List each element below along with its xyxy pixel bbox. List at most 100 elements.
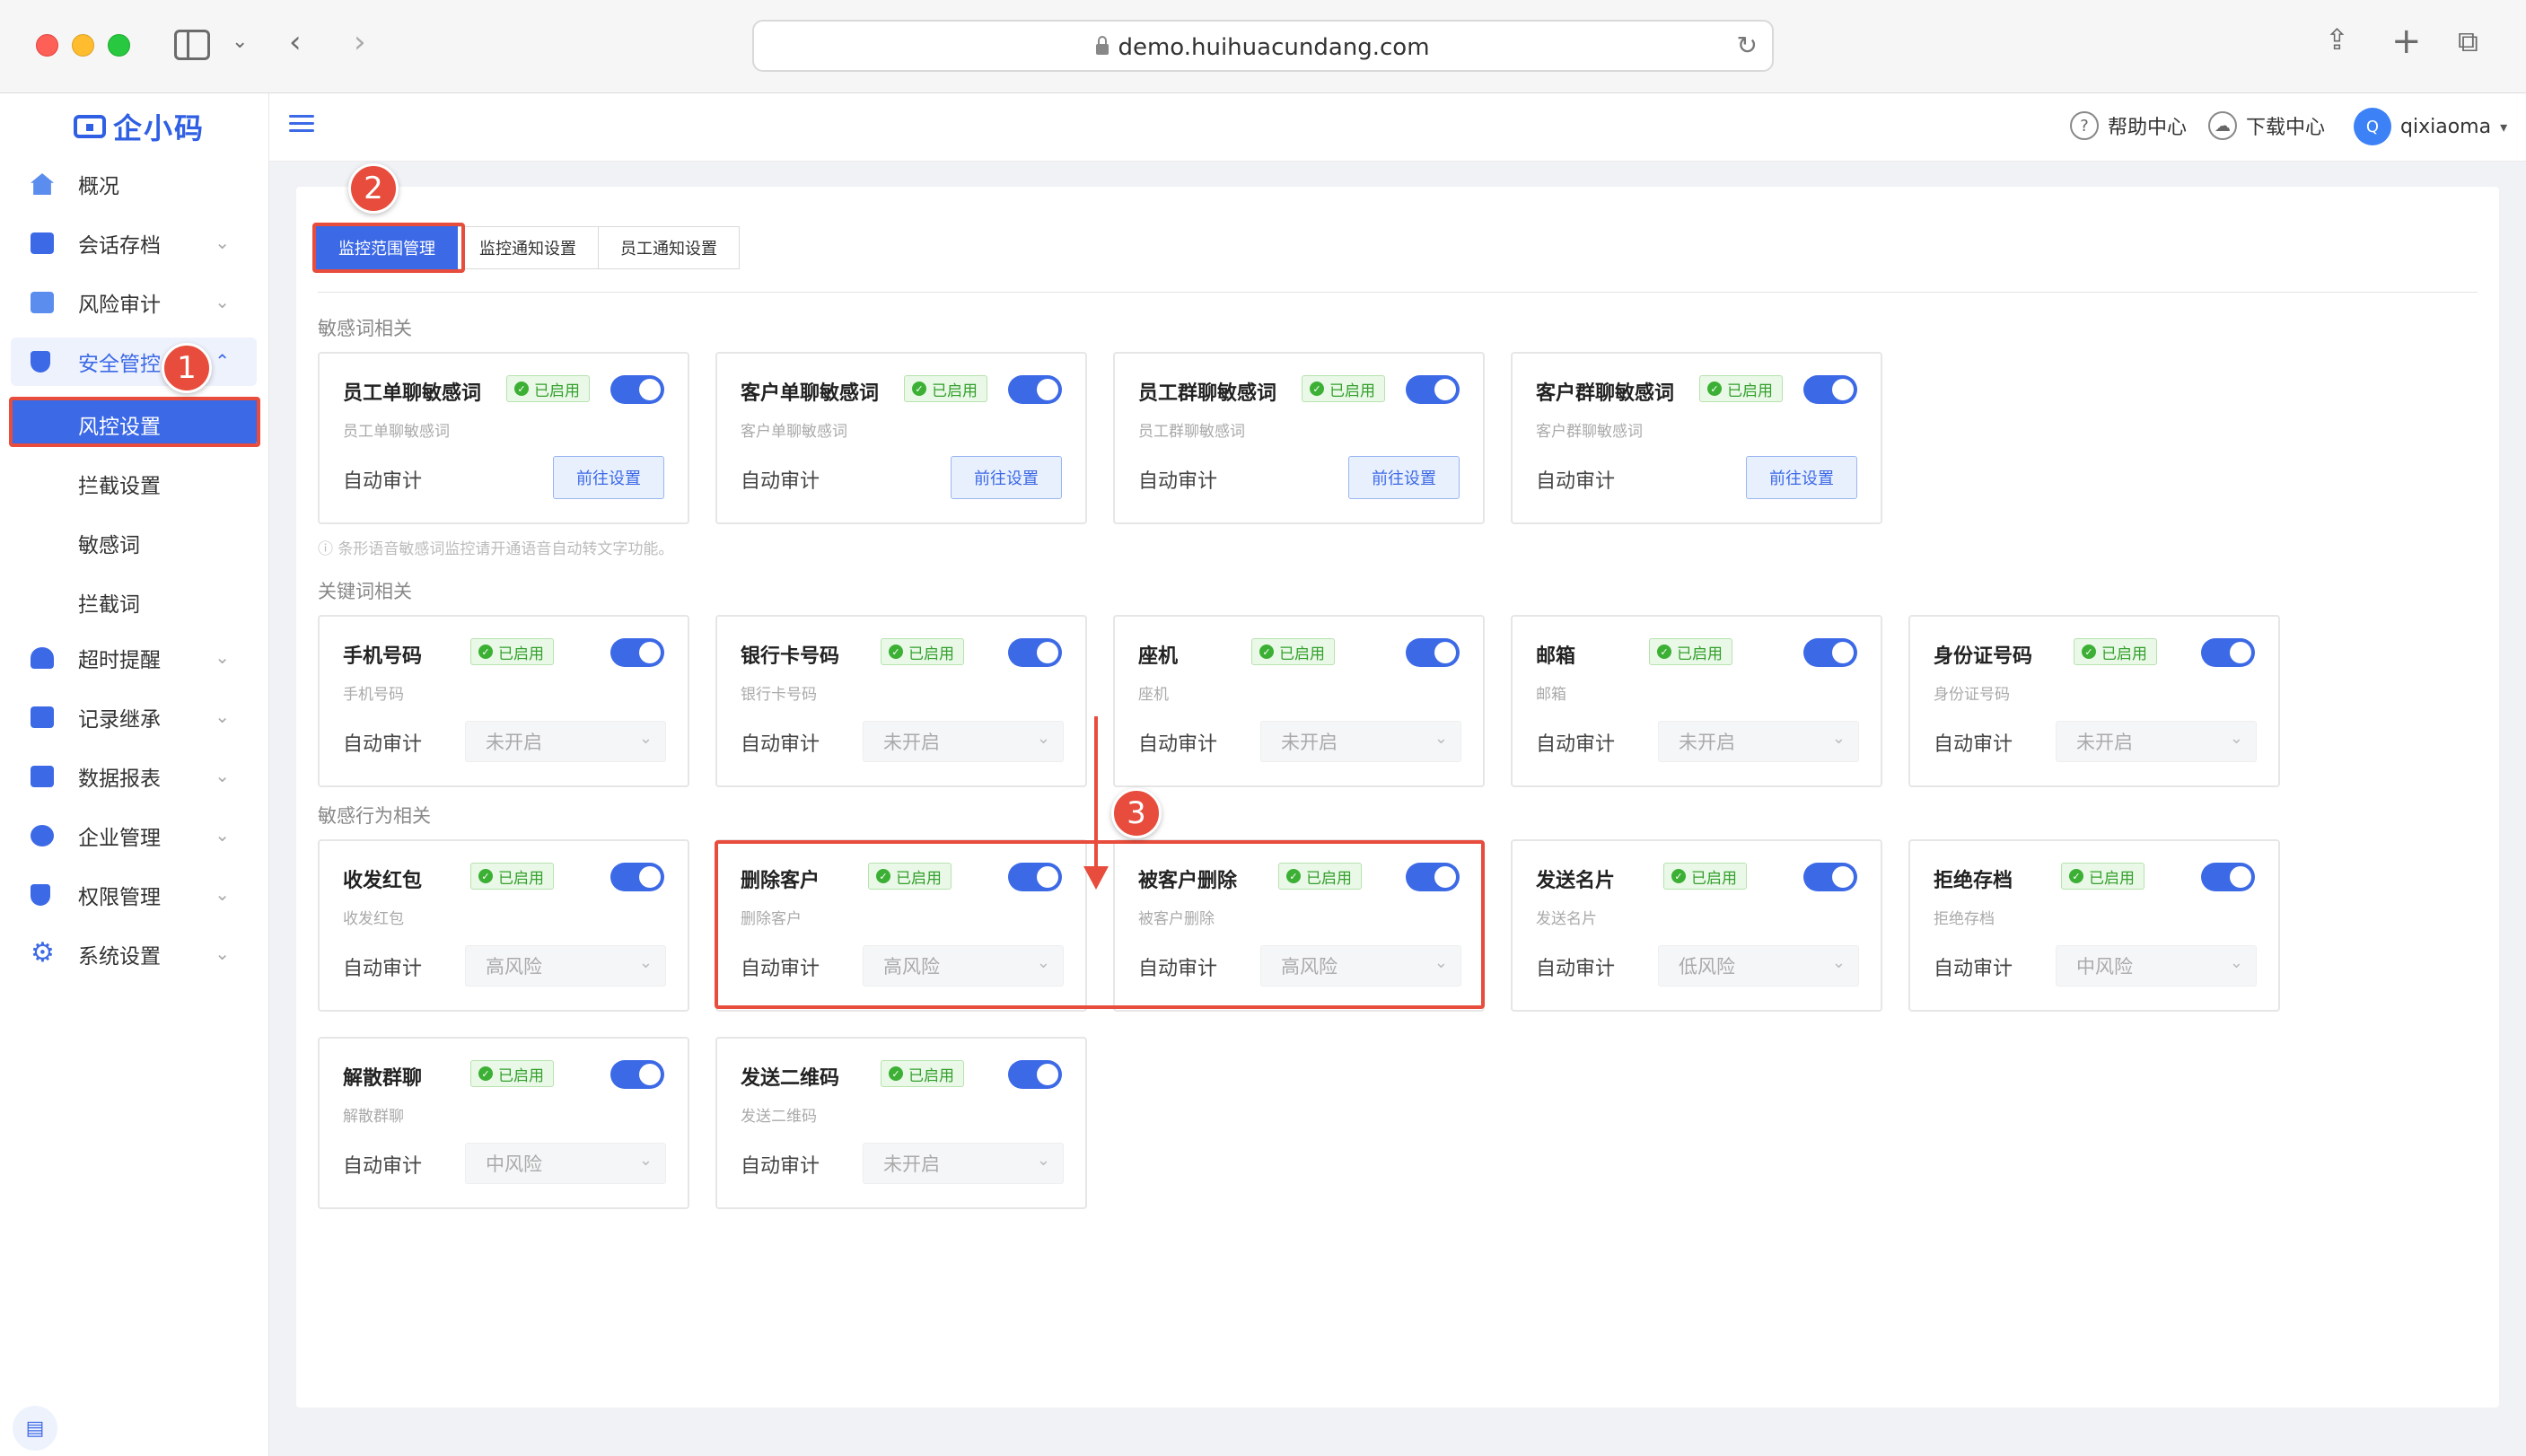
enable-toggle[interactable]: [610, 1060, 664, 1089]
enable-toggle[interactable]: [610, 375, 664, 404]
browser-chrome: ⌄ ‹ › demo.huihuacundang.com ↻ ⇪ + ⧉: [0, 0, 2526, 93]
user-menu[interactable]: Q qixiaoma ▾: [2354, 108, 2507, 145]
sidebar-item-risk-audit[interactable]: 风险审计 ⌄: [11, 278, 257, 327]
risk-level-select[interactable]: 高风险 ⌄: [1260, 945, 1461, 987]
sidebar-item-permission[interactable]: 权限管理 ⌄: [11, 871, 257, 919]
tab-monitor-scope[interactable]: 监控范围管理: [316, 226, 458, 269]
risk-level-select[interactable]: 未开启 ⌄: [2056, 721, 2257, 762]
reload-icon[interactable]: ↻: [1737, 31, 1758, 60]
download-center-link[interactable]: ☁ 下载中心: [2208, 111, 2325, 140]
enable-toggle[interactable]: [2201, 638, 2255, 667]
chevron-up-icon: ⌃: [215, 350, 230, 372]
rule-name: 邮箱: [1536, 645, 1576, 668]
status-label: 已启用: [2089, 869, 2135, 888]
risk-level-select[interactable]: 未开启 ⌄: [1658, 721, 1859, 762]
rule-card: 员工群聊敏感词 ✓ 已启用 员工群聊敏感词 自动审计 前往设置: [1113, 352, 1485, 524]
document-icon[interactable]: ▤: [13, 1406, 57, 1451]
sidebar-item-chat-archive[interactable]: 会话存档 ⌄: [11, 219, 257, 268]
enable-toggle[interactable]: [1803, 638, 1857, 667]
enable-toggle[interactable]: [1406, 863, 1460, 891]
status-label: 已启用: [1677, 645, 1723, 663]
minimize-window-button[interactable]: [72, 34, 94, 57]
annotation-badge-1: 1: [162, 343, 212, 393]
close-window-button[interactable]: [36, 34, 58, 57]
sidebar-item-record-inherit[interactable]: 记录继承 ⌄: [11, 693, 257, 741]
annotation-arrow: [1094, 716, 1098, 869]
chevron-down-icon: ⌄: [215, 824, 230, 846]
sidebar-item-enterprise[interactable]: 企业管理 ⌄: [11, 811, 257, 860]
risk-level-select[interactable]: 高风险 ⌄: [863, 945, 1064, 987]
status-label: 已启用: [534, 382, 580, 400]
risk-level-value: 中风险: [2076, 956, 2133, 978]
risk-level-select[interactable]: 未开启 ⌄: [863, 1143, 1064, 1184]
sidebar-item-security[interactable]: 安全管控 ⌃: [11, 338, 257, 386]
chevron-down-icon[interactable]: ⌄: [232, 32, 248, 52]
chevron-down-icon: ⌄: [215, 765, 230, 786]
risk-level-value: 中风险: [486, 1153, 542, 1175]
enable-toggle[interactable]: [1008, 1060, 1062, 1089]
go-setting-button[interactable]: 前往设置: [1746, 456, 1857, 499]
risk-level-select[interactable]: 中风险 ⌄: [465, 1143, 666, 1184]
tab-employee-notify[interactable]: 员工通知设置: [599, 226, 740, 269]
enable-toggle[interactable]: [1008, 638, 1062, 667]
rule-desc: 解散群聊: [343, 1108, 404, 1126]
risk-level-select[interactable]: 未开启 ⌄: [863, 721, 1064, 762]
maximize-window-button[interactable]: [108, 34, 130, 57]
risk-level-select[interactable]: 未开启 ⌄: [1260, 721, 1461, 762]
check-circle-icon: ✓: [514, 382, 529, 396]
share-icon[interactable]: ⇪: [2325, 25, 2349, 54]
annotation-arrow-head: [1083, 866, 1109, 890]
risk-level-select[interactable]: 未开启 ⌄: [465, 721, 666, 762]
enable-toggle[interactable]: [1008, 375, 1062, 404]
sidebar-item-system-settings[interactable]: ⚙ 系统设置 ⌄: [11, 930, 257, 978]
address-bar[interactable]: demo.huihuacundang.com ↻: [752, 20, 1774, 72]
help-center-link[interactable]: ? 帮助中心: [2070, 111, 2187, 140]
enable-toggle[interactable]: [610, 863, 664, 891]
sidebar-item-timeout-reminder[interactable]: 超时提醒 ⌄: [11, 634, 257, 682]
home-icon: [31, 173, 54, 195]
sidebar-item-data-report[interactable]: 数据报表 ⌄: [11, 752, 257, 801]
section-title-sensitive-words: 敏感词相关: [318, 318, 412, 339]
chevron-down-icon: ⌄: [215, 646, 230, 668]
enable-toggle[interactable]: [2201, 863, 2255, 891]
auto-audit-label: 自动审计: [1138, 733, 1218, 756]
back-icon[interactable]: ‹: [289, 27, 302, 57]
new-tab-icon[interactable]: +: [2391, 23, 2422, 59]
sidebar-subitem-sensitive-words[interactable]: 敏感词: [11, 515, 257, 564]
menu-collapse-icon[interactable]: [289, 115, 314, 136]
risk-level-select[interactable]: 高风险 ⌄: [465, 945, 666, 987]
risk-level-select[interactable]: 低风险 ⌄: [1658, 945, 1859, 987]
rule-name: 员工群聊敏感词: [1138, 382, 1277, 405]
enable-toggle[interactable]: [1803, 863, 1857, 891]
rule-desc: 邮箱: [1536, 686, 1566, 704]
chevron-down-icon: ⌄: [1434, 953, 1448, 972]
enable-toggle[interactable]: [1406, 638, 1460, 667]
sidebar-subitem-block-settings[interactable]: 拦截设置: [11, 456, 257, 504]
risk-level-value: 未开启: [2076, 732, 2133, 753]
chevron-down-icon: ⌄: [1036, 953, 1050, 972]
sidebar-item-overview[interactable]: 概况: [11, 160, 257, 208]
go-setting-button[interactable]: 前往设置: [1348, 456, 1460, 499]
sidebar-toggle-icon[interactable]: [174, 30, 210, 60]
rule-desc: 拒绝存档: [1934, 910, 1995, 928]
enable-toggle[interactable]: [1803, 375, 1857, 404]
rule-card: 发送名片 ✓ 已启用 发送名片 自动审计 低风险 ⌄: [1511, 839, 1882, 1012]
enable-toggle[interactable]: [1406, 375, 1460, 404]
sidebar-subitem-block-words[interactable]: 拦截词: [11, 575, 257, 623]
tabs-overview-icon[interactable]: ⧉: [2458, 27, 2478, 56]
sidebar-subitem-risk-settings[interactable]: 风控设置: [11, 397, 257, 445]
enable-toggle[interactable]: [1008, 863, 1062, 891]
lock-icon: [1096, 36, 1110, 55]
tab-monitor-notify[interactable]: 监控通知设置: [458, 226, 599, 269]
voice-hint-text: 条形语音敏感词监控请开通语音自动转文字功能。: [338, 540, 674, 558]
cloud-download-icon: ☁: [2208, 111, 2237, 140]
status-badge: ✓ 已启用: [2061, 863, 2144, 890]
go-setting-button[interactable]: 前往设置: [553, 456, 664, 499]
forward-icon[interactable]: ›: [354, 27, 366, 57]
risk-level-select[interactable]: 中风险 ⌄: [2056, 945, 2257, 987]
go-setting-button[interactable]: 前往设置: [951, 456, 1062, 499]
enable-toggle[interactable]: [610, 638, 664, 667]
check-circle-icon: ✓: [912, 382, 926, 396]
annotation-badge-2: 2: [348, 163, 399, 214]
sidebar-item-label: 企业管理: [78, 827, 161, 850]
